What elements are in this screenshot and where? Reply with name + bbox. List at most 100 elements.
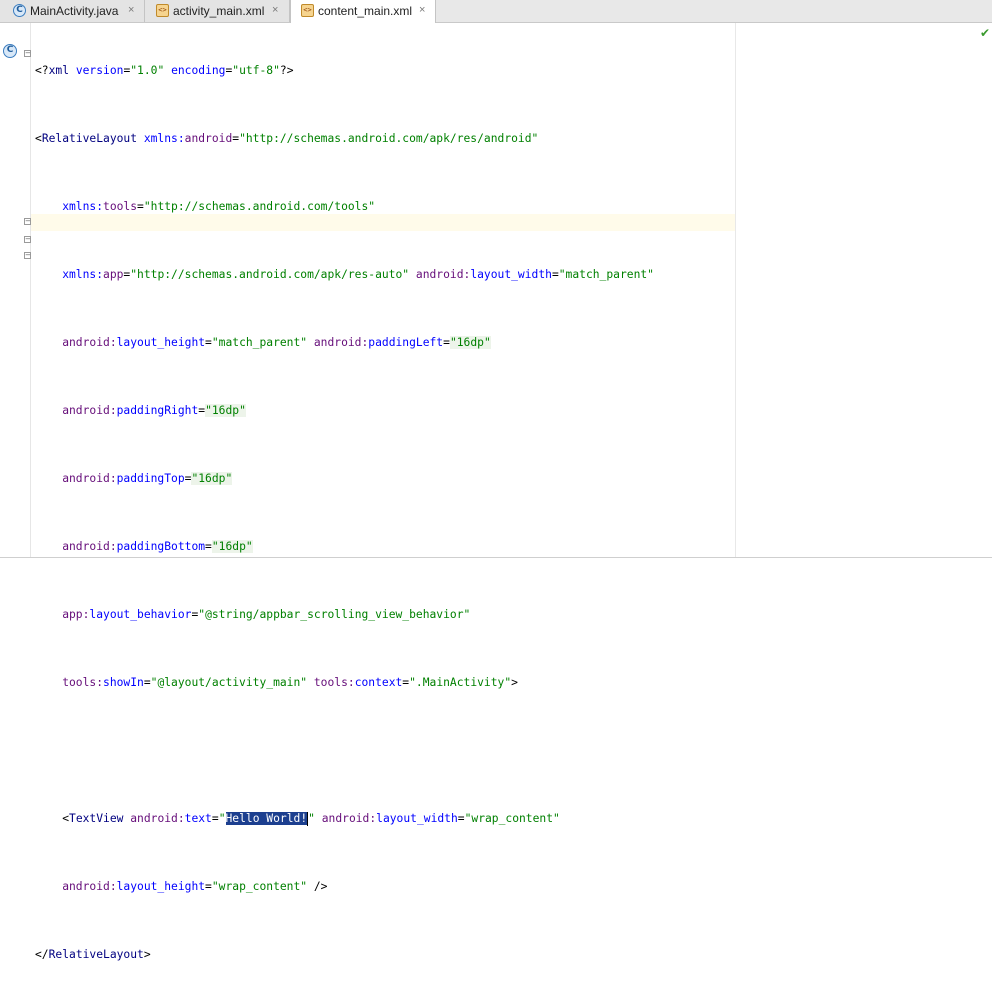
code-token: > bbox=[511, 676, 518, 689]
close-icon[interactable]: × bbox=[128, 3, 134, 18]
code-token: = bbox=[457, 812, 465, 825]
code-token: /> bbox=[307, 880, 328, 893]
code-token: xmlns: bbox=[35, 200, 104, 213]
code-token: encoding bbox=[164, 64, 226, 77]
editor-tab-bar: C MainActivity.java × <> activity_main.x… bbox=[0, 0, 992, 23]
xml-layout-icon: <> bbox=[156, 4, 169, 17]
code-token: app: bbox=[35, 608, 90, 621]
code-token: version bbox=[69, 64, 124, 77]
inspection-ok-icon[interactable]: ✔ bbox=[980, 27, 992, 39]
tab-activity-main-xml[interactable]: <> activity_main.xml × bbox=[145, 0, 290, 22]
code-token: layout_behavior bbox=[89, 608, 192, 621]
editor-bottom-border bbox=[0, 557, 992, 558]
code-token: "match_parent" bbox=[211, 336, 308, 349]
code-token: = bbox=[143, 676, 151, 689]
class-gutter-icon[interactable]: C bbox=[3, 44, 17, 58]
code-token: layout_width bbox=[376, 812, 458, 825]
fold-marker-icon[interactable]: − bbox=[24, 252, 31, 259]
code-token: = bbox=[205, 880, 212, 893]
code-token: ".MainActivity" bbox=[409, 676, 512, 689]
code-token: tools: bbox=[35, 676, 104, 689]
code-line-2: <RelativeLayout xmlns:android="http://sc… bbox=[35, 130, 654, 147]
code-token: paddingBottom bbox=[116, 540, 206, 553]
code-line-9: app:layout_behavior="@string/appbar_scro… bbox=[35, 606, 654, 623]
code-token: <? bbox=[35, 64, 49, 77]
code-token: = bbox=[137, 200, 144, 213]
code-token: android bbox=[184, 132, 233, 145]
code-line-5: android:layout_height="match_parent" and… bbox=[35, 334, 654, 351]
code-editor[interactable]: C − − − − ✔ <?xml version="1.0" encoding… bbox=[0, 23, 992, 961]
code-token: < bbox=[35, 132, 42, 145]
code-line-10: tools:showIn="@layout/activity_main" too… bbox=[35, 674, 654, 691]
code-token: "match_parent" bbox=[558, 268, 654, 281]
code-token: "1.0" bbox=[130, 64, 165, 77]
code-token: xmlns: bbox=[137, 132, 185, 145]
code-token: layout_width bbox=[470, 268, 552, 281]
right-margin-guide bbox=[735, 23, 736, 557]
close-icon[interactable]: × bbox=[272, 3, 278, 18]
code-token: context bbox=[354, 676, 403, 689]
code-token: "16dp" bbox=[205, 404, 246, 417]
tab-label: activity_main.xml bbox=[173, 4, 265, 18]
code-token: < bbox=[35, 812, 70, 825]
fold-marker-icon[interactable]: − bbox=[24, 218, 31, 225]
code-token: showIn bbox=[103, 676, 144, 689]
editor-gutter[interactable]: C − − − − bbox=[0, 23, 31, 557]
code-token: ?> bbox=[279, 64, 294, 77]
code-token: = bbox=[443, 336, 450, 349]
code-token: android: bbox=[35, 880, 117, 893]
tab-label: MainActivity.java bbox=[30, 4, 119, 18]
code-token: " bbox=[308, 812, 315, 825]
code-token: paddingRight bbox=[116, 404, 199, 417]
code-token: app bbox=[103, 268, 124, 281]
tab-content-main-xml[interactable]: <> content_main.xml × bbox=[290, 0, 436, 23]
close-icon[interactable]: × bbox=[419, 3, 425, 18]
fold-marker-icon[interactable]: − bbox=[24, 50, 31, 57]
xml-layout-icon: <> bbox=[301, 4, 314, 17]
fold-marker-icon[interactable]: − bbox=[24, 236, 31, 243]
code-content[interactable]: <?xml version="1.0" encoding="utf-8"?> <… bbox=[35, 28, 654, 997]
code-token: android: bbox=[123, 812, 185, 825]
code-token: "@layout/activity_main" bbox=[150, 676, 308, 689]
code-line-3: xmlns:tools="http://schemas.android.com/… bbox=[35, 198, 654, 215]
code-token: = bbox=[551, 268, 559, 281]
code-token: > bbox=[143, 948, 151, 961]
selected-text[interactable]: Hello World! bbox=[225, 812, 308, 825]
code-token: "wrap_content" bbox=[211, 880, 308, 893]
code-token: layout_height bbox=[116, 880, 206, 893]
code-token: "16dp" bbox=[449, 336, 491, 349]
code-token: "http://schemas.android.com/apk/res/andr… bbox=[239, 132, 539, 145]
code-token: = bbox=[191, 608, 199, 621]
code-token: </ bbox=[35, 948, 49, 961]
code-token: "http://schemas.android.com/tools" bbox=[143, 200, 376, 213]
code-token: "16dp" bbox=[191, 472, 233, 485]
code-line-7: android:paddingTop="16dp" bbox=[35, 470, 654, 487]
java-class-icon: C bbox=[13, 4, 26, 17]
code-line-1: <?xml version="1.0" encoding="utf-8"?> bbox=[35, 62, 654, 79]
code-token: "16dp" bbox=[211, 540, 253, 553]
code-token: "wrap_content" bbox=[464, 812, 560, 825]
tab-label: content_main.xml bbox=[318, 4, 413, 18]
code-token: = bbox=[205, 540, 212, 553]
code-token: "@string/appbar_scrolling_view_behavior" bbox=[198, 608, 471, 621]
code-line-4: xmlns:app = "http://schemas.android.com/ap… bbox=[35, 266, 654, 283]
code-token: layout_height bbox=[116, 336, 206, 349]
code-token: android: bbox=[35, 336, 117, 349]
code-token: " bbox=[218, 812, 226, 825]
code-token: android: bbox=[35, 472, 117, 485]
code-token: android: bbox=[35, 540, 117, 553]
code-token: android: bbox=[35, 404, 117, 417]
code-token: tools: bbox=[307, 676, 355, 689]
tab-mainactivity-java[interactable]: C MainActivity.java × bbox=[0, 0, 145, 22]
code-token: android: bbox=[307, 336, 369, 349]
code-token: tools bbox=[103, 200, 138, 213]
code-token: paddingLeft bbox=[368, 336, 444, 349]
code-token: android: bbox=[409, 268, 471, 281]
code-token: "utf-8" bbox=[232, 64, 280, 77]
code-token: paddingTop bbox=[116, 472, 185, 485]
code-token: "http://schemas.android.com/apk/res-auto… bbox=[130, 268, 410, 281]
code-token: android: bbox=[314, 812, 377, 825]
code-token: = bbox=[402, 676, 410, 689]
code-token: TextView bbox=[69, 812, 124, 825]
